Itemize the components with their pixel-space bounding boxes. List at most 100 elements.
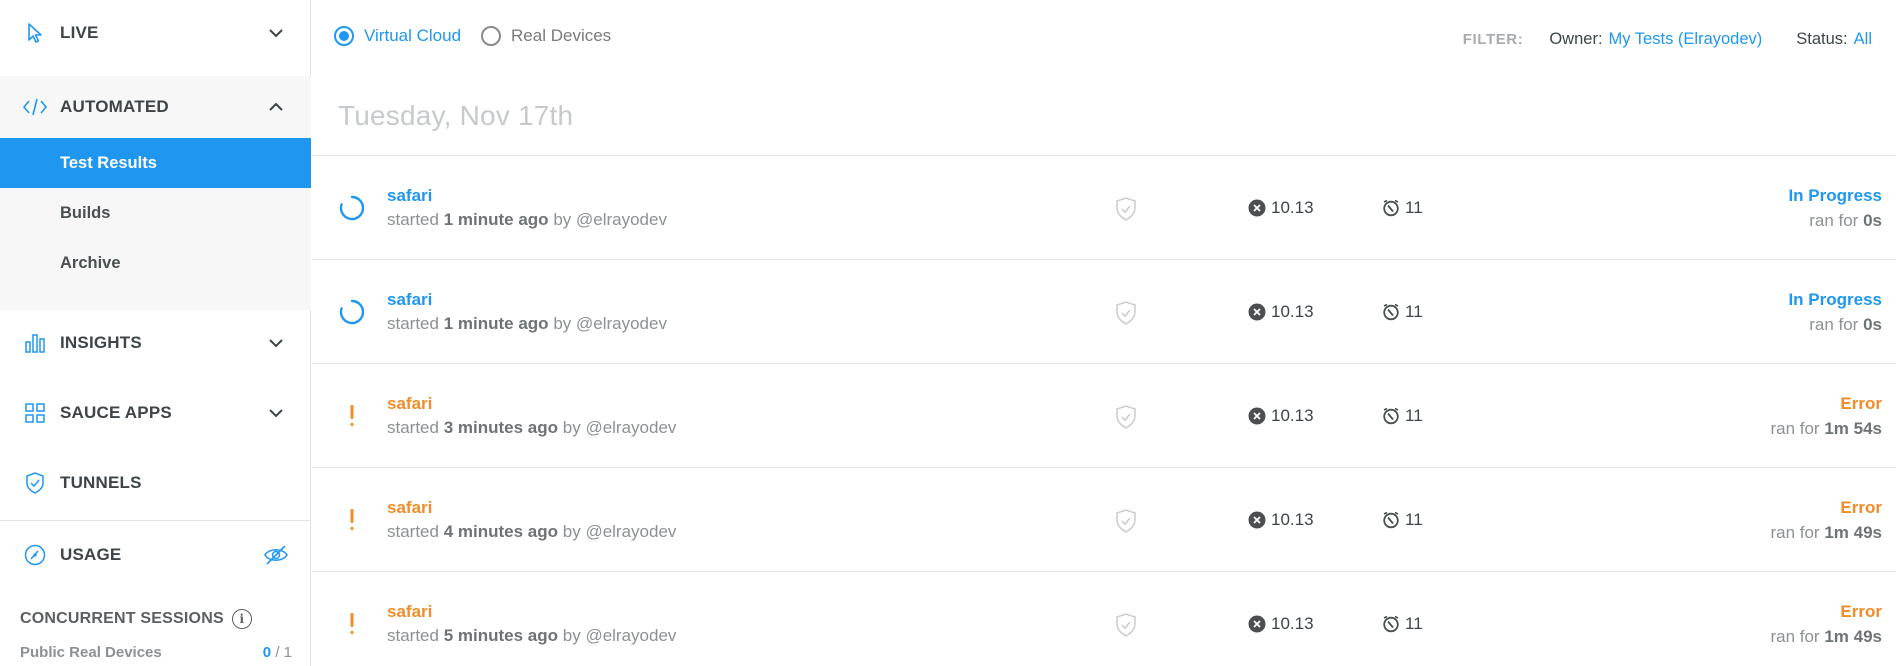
test-name-link[interactable]: safari xyxy=(387,186,432,206)
filter-label: FILTER: xyxy=(1462,31,1524,48)
os-version: 10.13 xyxy=(1271,406,1314,425)
started-by: by @elrayodev xyxy=(553,210,667,229)
automated-subnav: Test Results Builds Archive xyxy=(0,138,311,310)
radio-real-devices-dot[interactable] xyxy=(481,26,502,46)
shield-check-icon xyxy=(1116,301,1136,325)
browser-info: 11 xyxy=(1382,614,1423,634)
environment-radio-group: Virtual Cloud Real Devices xyxy=(334,26,611,46)
test-name-link[interactable]: safari xyxy=(387,498,432,518)
info-icon[interactable]: i xyxy=(231,609,252,629)
test-meta: started 1 minute ago by @elrayodev xyxy=(387,314,667,334)
os-x-icon xyxy=(1248,615,1266,633)
apps-grid-icon xyxy=(22,400,48,426)
nav-automated[interactable]: AUTOMATED xyxy=(0,76,311,138)
test-status-block: In Progress ran for 0s xyxy=(1788,186,1882,231)
test-row[interactable]: safari started 3 minutes ago by @elrayode… xyxy=(312,364,1896,468)
started-prefix: started xyxy=(387,418,439,437)
test-name-link[interactable]: safari xyxy=(387,602,432,622)
test-status-block: Error ran for 1m 49s xyxy=(1770,602,1882,647)
os-info: 10.13 xyxy=(1248,198,1314,218)
test-row[interactable]: safari started 4 minutes ago by @elrayode… xyxy=(312,468,1896,572)
os-version: 10.13 xyxy=(1271,198,1314,217)
os-info: 10.13 xyxy=(1248,510,1314,530)
nav-insights[interactable]: INSIGHTS xyxy=(0,316,311,370)
public-devices-used: 0 xyxy=(262,644,272,661)
started-prefix: started xyxy=(387,314,439,333)
browser-version: 11 xyxy=(1405,510,1423,529)
browser-info: 11 xyxy=(1382,198,1423,218)
chevron-down-icon xyxy=(269,29,283,38)
in-progress-spinner-icon xyxy=(339,299,365,325)
chevron-up-icon xyxy=(269,102,283,111)
shield-check-icon xyxy=(1116,613,1136,637)
nav-sauce-apps-label: SAUCE APPS xyxy=(60,403,172,422)
subnav-builds[interactable]: Builds xyxy=(0,188,311,238)
browser-info: 11 xyxy=(1382,406,1423,426)
test-duration: ran for 1m 54s xyxy=(1770,419,1882,439)
main-content: Virtual Cloud Real Devices FILTER: Owner… xyxy=(312,0,1896,666)
date-heading: Tuesday, Nov 17th xyxy=(338,100,574,131)
os-version: 10.13 xyxy=(1271,302,1314,321)
started-prefix: started xyxy=(387,210,439,229)
owner-filter-dropdown[interactable]: My Tests (Elrayodev) xyxy=(1609,30,1763,49)
error-exclamation-icon xyxy=(350,509,354,530)
started-time: 5 minutes ago xyxy=(443,626,559,645)
eye-off-icon[interactable] xyxy=(263,542,289,568)
nav-automated-label: AUTOMATED xyxy=(60,97,169,116)
nav-live[interactable]: LIVE xyxy=(0,6,311,60)
concurrent-sessions-heading: CONCURRENT SESSIONS i xyxy=(20,609,252,629)
os-x-icon xyxy=(1248,199,1266,217)
test-row[interactable]: safari started 1 minute ago by @elrayodev… xyxy=(312,156,1896,260)
nav-tunnels[interactable]: TUNNELS xyxy=(0,456,311,510)
ran-prefix: ran for xyxy=(1770,627,1820,646)
public-real-devices-row: Public Real Devices 0 / 1 xyxy=(20,644,292,661)
os-info: 10.13 xyxy=(1248,302,1314,322)
radio-real-devices[interactable]: Real Devices xyxy=(481,26,611,46)
started-by: by @elrayodev xyxy=(562,522,677,541)
radio-virtual-cloud-label: Virtual Cloud xyxy=(364,26,462,45)
subnav-test-results[interactable]: Test Results xyxy=(0,138,311,188)
browser-info: 11 xyxy=(1382,510,1423,530)
nav-live-label: LIVE xyxy=(60,23,99,42)
subnav-archive[interactable]: Archive xyxy=(0,238,311,288)
owner-filter-key: Owner: xyxy=(1549,30,1603,48)
nav-usage[interactable]: USAGE xyxy=(0,528,311,582)
started-by: by @elrayodev xyxy=(562,626,677,645)
test-row[interactable]: safari started 5 minutes ago by @elrayode… xyxy=(312,572,1896,666)
test-meta: started 5 minutes ago by @elrayodev xyxy=(387,626,676,646)
sidebar: LIVE AUTOMATED Test Results Builds Archi… xyxy=(0,0,311,666)
test-duration: ran for 1m 49s xyxy=(1770,627,1882,647)
started-time: 4 minutes ago xyxy=(443,522,559,541)
radio-virtual-cloud[interactable]: Virtual Cloud xyxy=(334,26,461,46)
chevron-down-icon xyxy=(269,409,283,418)
ran-prefix: ran for xyxy=(1770,523,1820,542)
safari-compass-icon xyxy=(1383,303,1399,321)
code-icon xyxy=(22,94,48,120)
test-row[interactable]: safari started 1 minute ago by @elrayodev… xyxy=(312,260,1896,364)
nav-insights-label: INSIGHTS xyxy=(60,333,142,352)
test-name-link[interactable]: safari xyxy=(387,290,432,310)
bar-chart-icon xyxy=(22,330,48,356)
test-name-link[interactable]: safari xyxy=(387,394,432,414)
ran-prefix: ran for xyxy=(1809,315,1859,334)
duration-value: 0s xyxy=(1863,211,1882,230)
filter-bar: FILTER: Owner: My Tests (Elrayodev) Stat… xyxy=(1463,30,1872,49)
browser-version: 11 xyxy=(1405,198,1423,217)
error-exclamation-icon xyxy=(350,613,354,634)
duration-value: 1m 54s xyxy=(1824,419,1882,438)
radio-virtual-cloud-dot[interactable] xyxy=(334,26,354,46)
test-meta: started 4 minutes ago by @elrayodev xyxy=(387,522,676,542)
shield-check-icon xyxy=(1116,509,1136,533)
nav-sauce-apps[interactable]: SAUCE APPS xyxy=(0,386,311,440)
status-badge: Error xyxy=(1840,498,1882,517)
test-status-block: In Progress ran for 0s xyxy=(1788,290,1882,335)
status-filter-dropdown[interactable]: All xyxy=(1854,30,1872,49)
ran-prefix: ran for xyxy=(1770,419,1820,438)
public-real-devices-label: Public Real Devices xyxy=(20,644,162,661)
started-time: 1 minute ago xyxy=(443,314,549,333)
cursor-icon xyxy=(22,20,48,46)
in-progress-spinner-icon xyxy=(339,195,365,221)
shield-check-icon xyxy=(1116,405,1136,429)
public-devices-total: / 1 xyxy=(275,644,292,661)
test-status-block: Error ran for 1m 49s xyxy=(1770,498,1882,543)
